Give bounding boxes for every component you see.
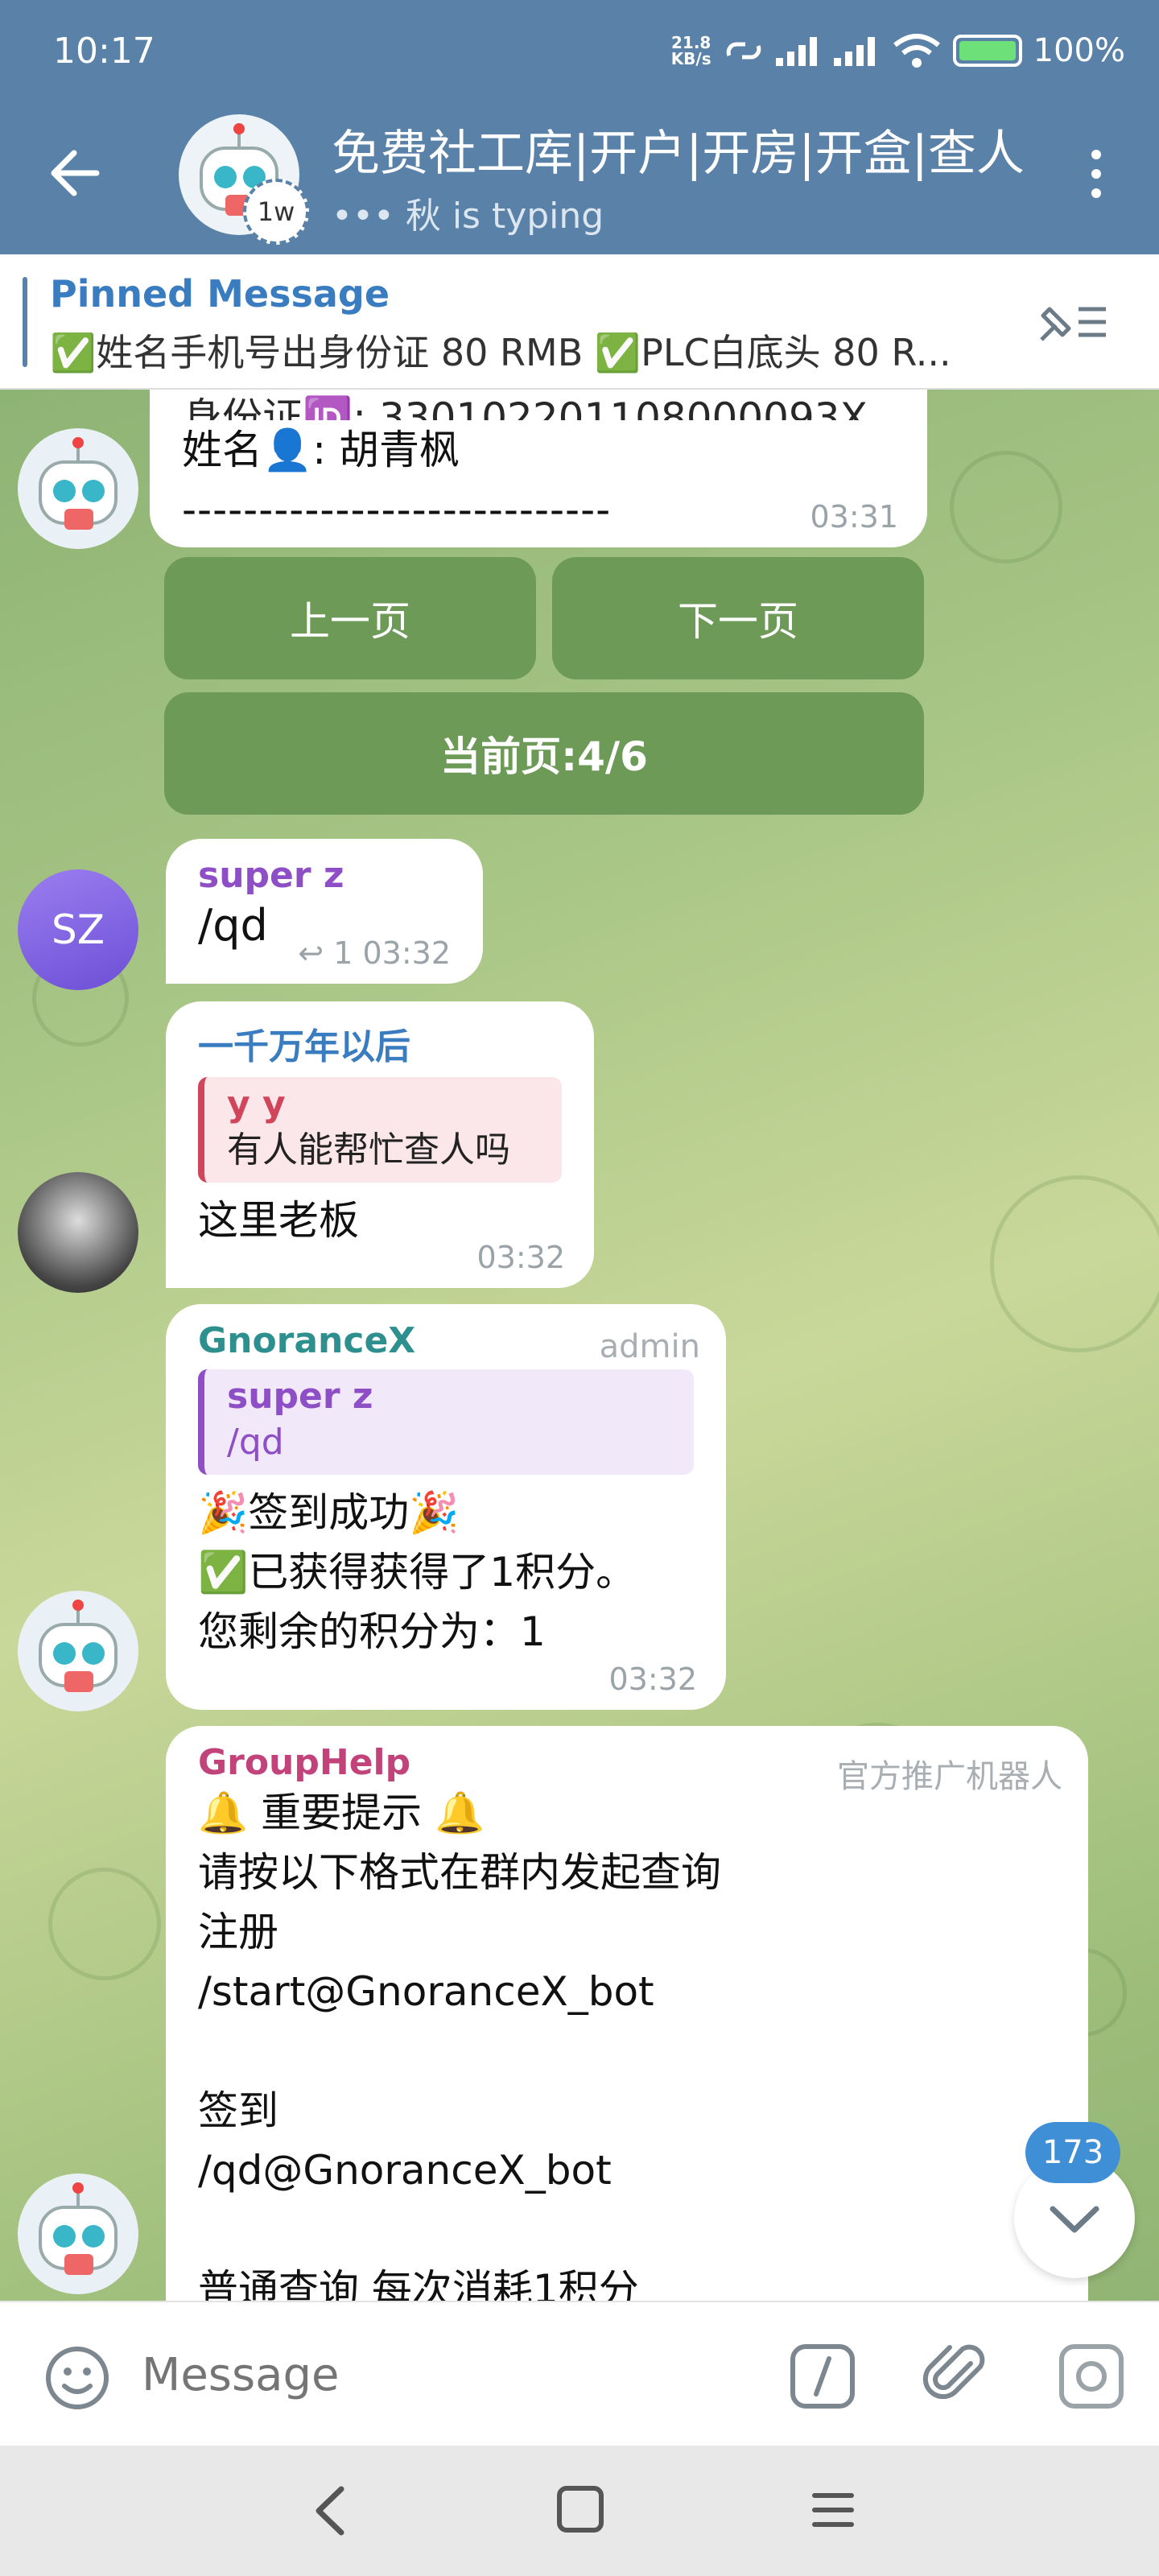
- message-bubble[interactable]: GnoranceX admin super z /qd 🎉签到成功🎉 ✅已获得获…: [166, 1304, 726, 1710]
- next-page-button[interactable]: 下一页: [552, 557, 924, 679]
- network-speed-unit: KB/s: [670, 49, 711, 68]
- message-text: 身份证🆔: 330102201108000093X: [182, 394, 868, 420]
- battery-icon: [952, 35, 1022, 67]
- message-text: 姓名👤: 胡青枫: [182, 427, 460, 473]
- typing-status: ••• 秋 is typing: [332, 196, 604, 237]
- current-page-button[interactable]: 当前页:4/6: [164, 692, 924, 815]
- message-bubble[interactable]: GroupHelp 官方推广机器人 🔔 重要提示 🔔 请按以下格式在群内发起查询…: [166, 1726, 1088, 2301]
- nav-home-icon[interactable]: [557, 2486, 604, 2533]
- command-link[interactable]: /qd@GnoranceX_bot: [198, 2140, 1056, 2200]
- message-text: 普通查询 每次消耗1积分: [198, 2266, 639, 2301]
- sender-avatar[interactable]: [18, 2174, 138, 2294]
- status-time: 10:17: [53, 31, 155, 72]
- robot-icon: [39, 437, 118, 530]
- link-icon: [726, 42, 761, 60]
- emoji-icon[interactable]: [43, 2344, 111, 2412]
- message-input[interactable]: [142, 2338, 705, 2412]
- prev-page-button[interactable]: 上一页: [164, 557, 536, 679]
- sender-avatar[interactable]: [18, 428, 138, 549]
- message-time: 03:32: [362, 935, 451, 971]
- sender-role: admin: [599, 1328, 700, 1365]
- message-text: ----------------------------: [182, 486, 612, 533]
- quote-text: /qd: [227, 1422, 284, 1463]
- message-bubble[interactable]: 身份证🆔: 330102201108000093X 姓名👤: 胡青枫 -----…: [150, 390, 927, 547]
- network-speed-value: 21.8: [670, 33, 711, 52]
- wallpaper-doodle: [48, 1868, 161, 1980]
- unread-count-badge[interactable]: 173: [1025, 2122, 1120, 2183]
- command-slash-icon[interactable]: [789, 2343, 856, 2410]
- message-time: 03:31: [810, 499, 898, 535]
- message-bubble[interactable]: super z /qd ↩ 1 03:32: [166, 839, 483, 984]
- nav-menu-icon[interactable]: [811, 2489, 855, 2531]
- more-icon[interactable]: [1091, 150, 1101, 198]
- status-icons: 21.8 KB/s 100%: [671, 32, 1125, 69]
- network-speed: 21.8 KB/s: [671, 35, 711, 67]
- app-header: 10:17 21.8 KB/s 100% 1w 免费社工库|开户|开房|开盒|查…: [0, 0, 1159, 254]
- message-bubble[interactable]: 一千万年以后 y y 有人能帮忙查人吗 这里老板 03:32: [166, 1001, 594, 1288]
- sender-avatar[interactable]: SZ: [18, 869, 138, 990]
- quote-sender: y y: [227, 1084, 286, 1125]
- reply-quote[interactable]: y y 有人能帮忙查人吗: [198, 1077, 562, 1183]
- message-time: 03:32: [608, 1662, 697, 1697]
- back-arrow-icon[interactable]: [47, 145, 103, 201]
- reply-quote[interactable]: super z /qd: [198, 1369, 694, 1475]
- message-text: 注册: [198, 1909, 278, 1955]
- message-sender[interactable]: super z: [198, 855, 451, 896]
- message-text: 您剩余的积分为：1: [198, 1608, 546, 1655]
- nav-back-icon[interactable]: [306, 2481, 354, 2541]
- robot-icon: [39, 1600, 118, 1692]
- message-text: 🎉签到成功🎉: [198, 1489, 460, 1536]
- pin-list-icon[interactable]: [1033, 296, 1111, 348]
- camera-icon[interactable]: [1058, 2343, 1125, 2410]
- message-input-bar: [0, 2301, 1159, 2446]
- system-nav-bar: [0, 2446, 1159, 2576]
- member-count-badge: 1w: [243, 179, 309, 245]
- message-meta: ↩ 1 03:32: [298, 935, 451, 971]
- sender-role: 官方推广机器人: [837, 1758, 1062, 1795]
- pinned-message-bar[interactable]: Pinned Message ✅姓名手机号出身份证 80 RMB ✅PLC白底头…: [0, 254, 1159, 390]
- sender-avatar[interactable]: [18, 1591, 138, 1711]
- pinned-title: Pinned Message: [50, 272, 390, 316]
- quote-sender: super z: [227, 1376, 373, 1417]
- message-text: 签到: [198, 2087, 278, 2134]
- command-link[interactable]: /start@GnoranceX_bot: [198, 1962, 1056, 2021]
- attach-clip-icon[interactable]: [922, 2339, 992, 2409]
- quote-text: 有人能帮忙查人吗: [227, 1129, 510, 1170]
- message-time: 03:32: [476, 1240, 565, 1275]
- reply-icon[interactable]: ↩ 1: [298, 935, 353, 971]
- wifi-icon: [893, 34, 940, 68]
- battery-percent: 100%: [1033, 32, 1125, 69]
- pinned-indicator: [23, 277, 27, 367]
- wallpaper-doodle: [990, 1175, 1159, 1352]
- signal-icon: [775, 35, 823, 66]
- signal-icon: [833, 35, 881, 66]
- message-text: 请按以下格式在群内发起查询: [198, 1849, 721, 1896]
- message-sender[interactable]: 一千万年以后: [198, 1018, 562, 1069]
- message-text: ✅已获得获得了1积分。: [198, 1549, 637, 1596]
- chat-title[interactable]: 免费社工库|开户|开房|开盒|查人: [332, 114, 1040, 184]
- wallpaper-doodle: [950, 451, 1062, 564]
- robot-icon: [39, 2182, 118, 2275]
- sender-avatar[interactable]: [18, 1172, 138, 1293]
- pinned-text: ✅姓名手机号出身份证 80 RMB ✅PLC白底头 80 R...: [50, 331, 951, 374]
